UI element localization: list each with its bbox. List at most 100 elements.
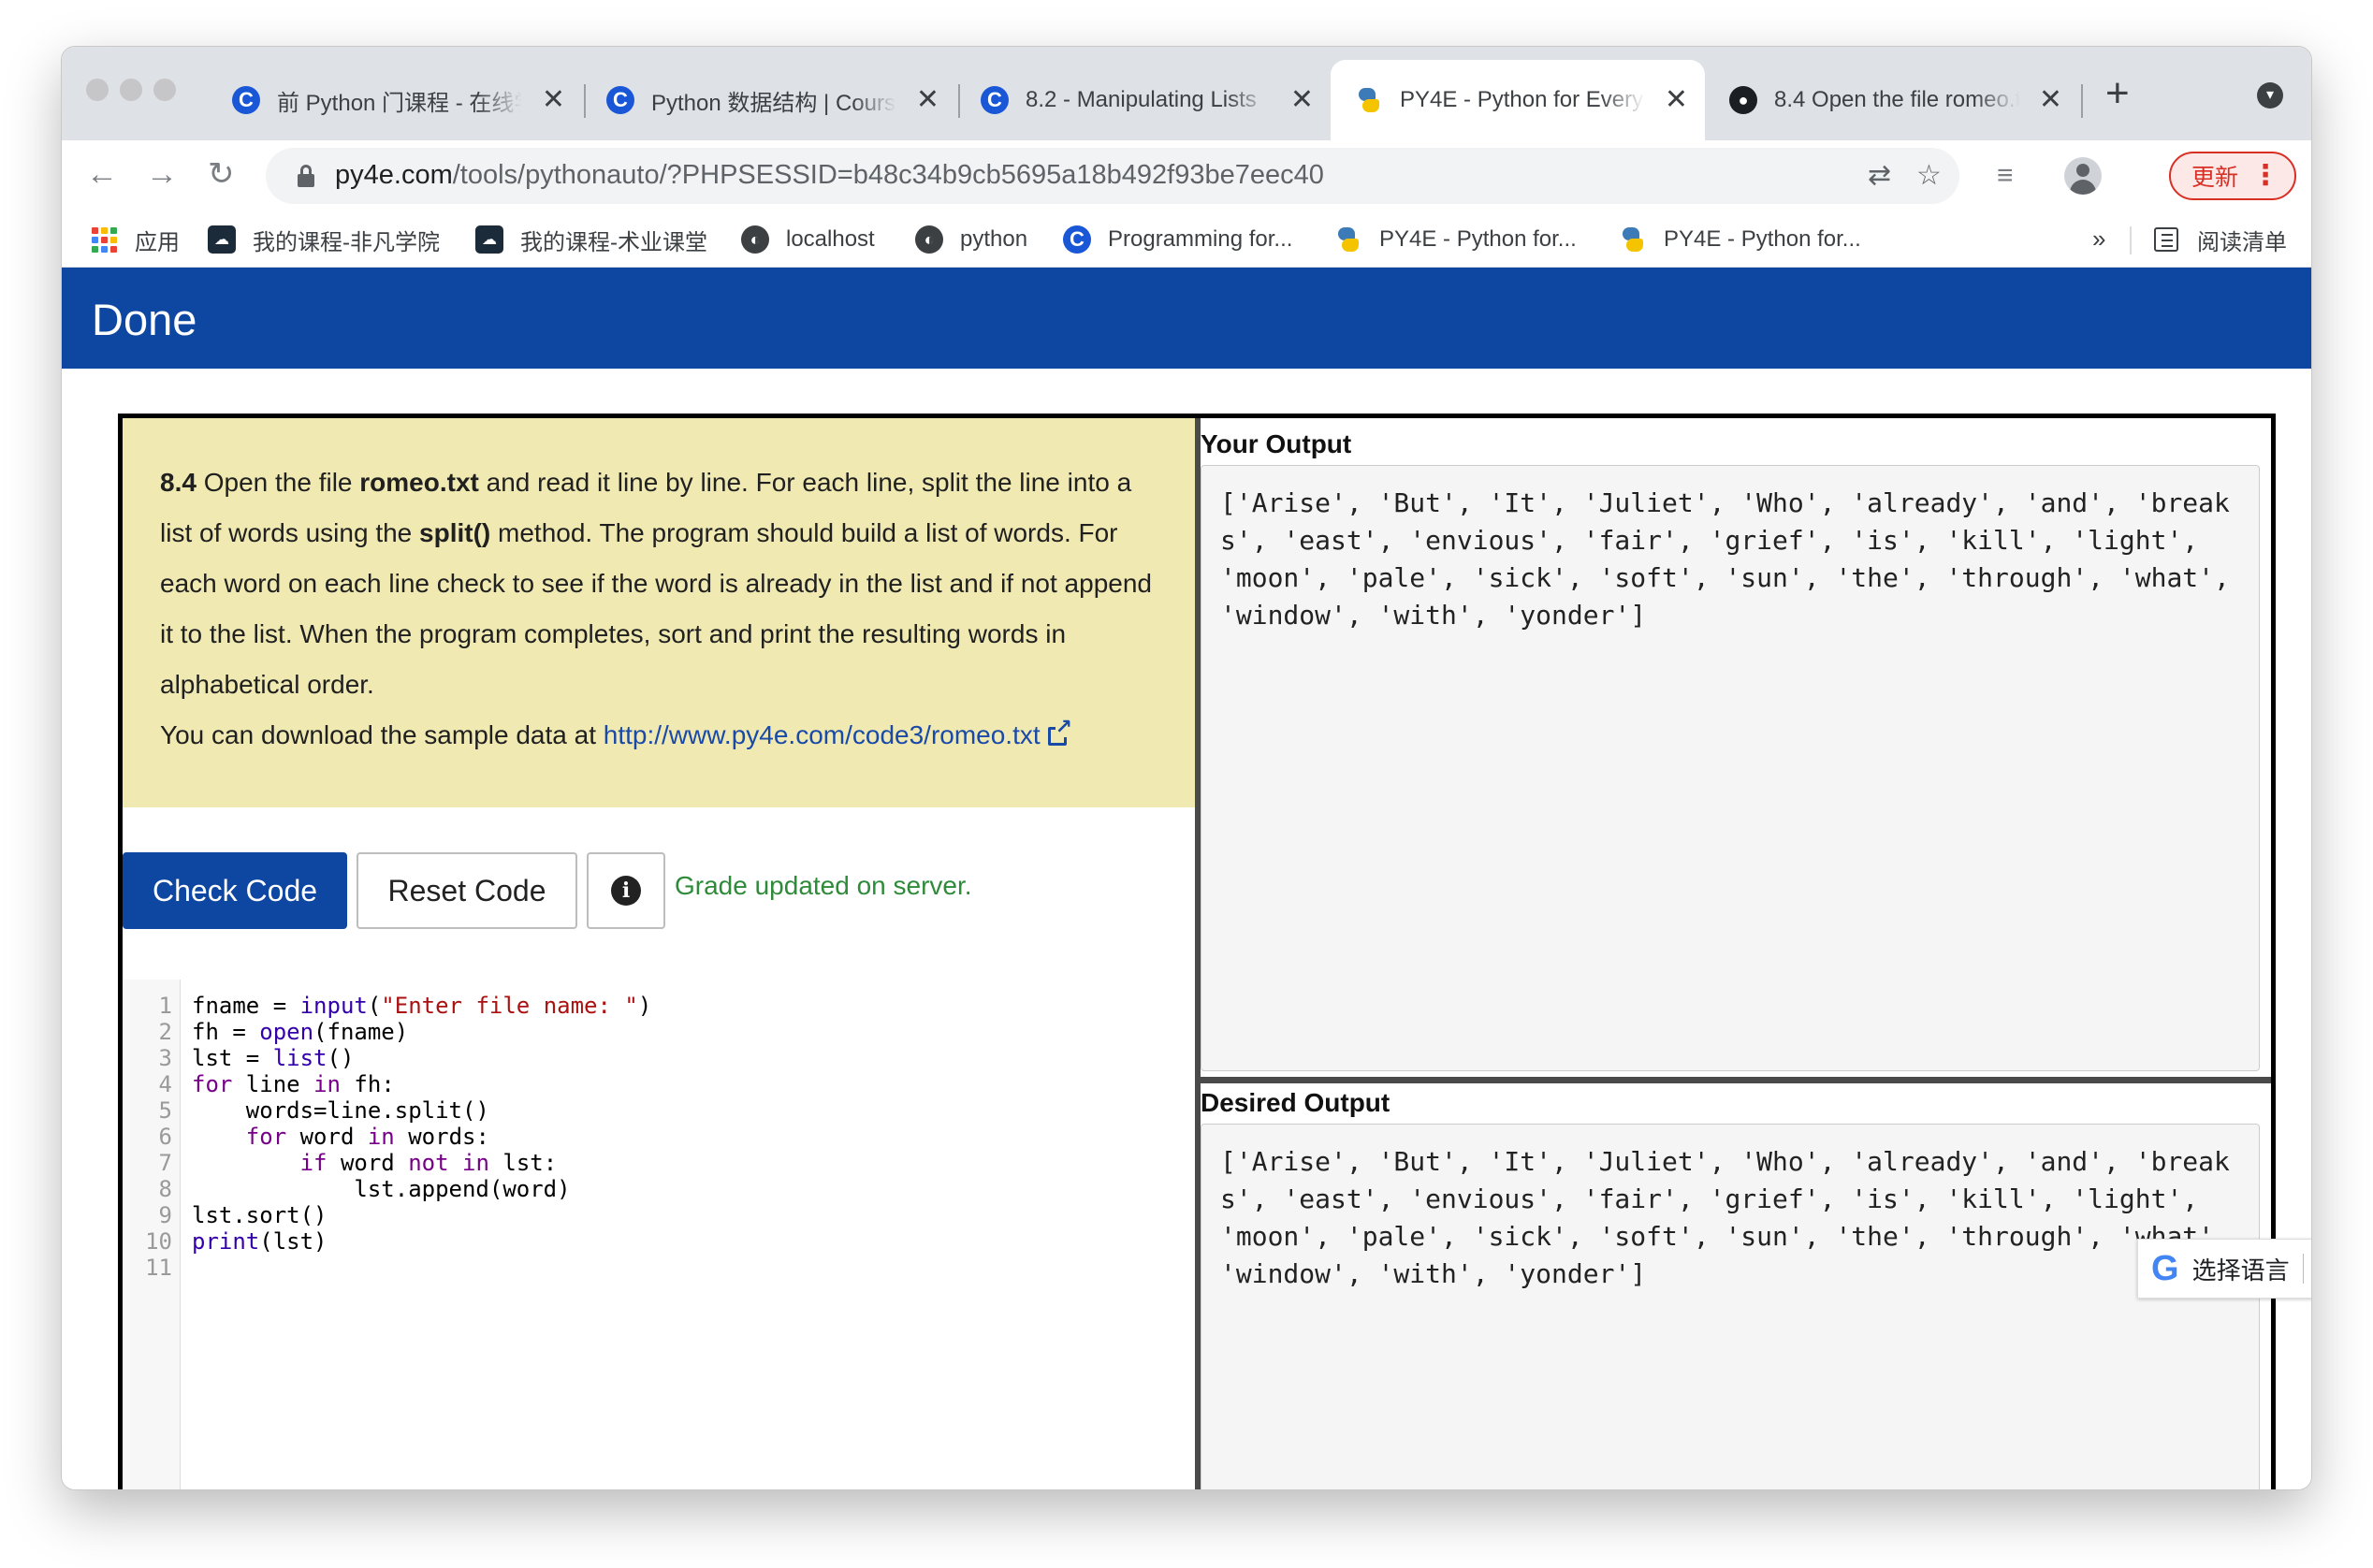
tab-4-active[interactable]: PY4E - Python for Everybody ✕ [1331,60,1705,140]
bookmark-py4e-2[interactable]: PY4E - Python for... [1619,221,1861,258]
bookmark-label: PY4E - Python for... [1664,226,1861,252]
tab-title: 前 Python 门课程 - 在线学 [277,90,522,116]
kebab-menu-icon: ⋮ [2251,160,2279,191]
browser-window: C 前 Python 门课程 - 在线学 ✕ C Python 数据结构 | C… [62,47,2311,1489]
bookmark-label: 应用 [135,229,180,255]
reading-list-icon [2154,227,2178,252]
bookmark-programming[interactable]: C Programming for... [1063,221,1292,258]
bookmark-apps[interactable]: 应用 [90,221,180,258]
desired-output-label: Desired Output [1201,1088,1390,1117]
reading-list-label: 阅读清单 [2197,229,2287,255]
code-text[interactable]: fname = input("Enter file name: ") fh = o… [192,993,651,1281]
check-code-button[interactable]: Check Code [123,852,347,929]
globe-icon: ◐ [915,225,943,254]
new-tab-icon[interactable]: + [2105,73,2130,114]
info-button[interactable]: i [587,852,665,929]
bookmark-label: python [960,226,1028,252]
bookmark-label: 我的课程-非凡学院 [253,229,440,255]
tab-strip: C 前 Python 门课程 - 在线学 ✕ C Python 数据结构 | C… [62,47,2311,140]
c-logo-icon: C [606,86,634,114]
code-editor[interactable]: 1 2 3 4 5 6 7 8 9 10 11 fname = input("Enter file … [123,980,1195,1489]
close-icon[interactable]: ✕ [1665,86,1688,114]
profile-avatar-icon[interactable] [2064,157,2102,195]
google-translate-widget[interactable]: G 选择语言 ▼ [2137,1239,2311,1299]
action-row: Check Code Reset Code i Grade updated on… [123,852,1195,931]
python-icon [1355,86,1383,114]
apps-grid-icon [90,225,118,254]
bookmark-localhost[interactable]: ◐ localhost [741,221,875,258]
page-header: Done [62,268,2311,369]
your-output-box: ['Arise', 'But', 'It', 'Juliet', 'Who', … [1201,465,2260,1071]
globe-icon: ◐ [741,225,769,254]
tab-title: 8.4 Open the file romeo.txt [1774,87,2019,112]
tab-5[interactable]: ● 8.4 Open the file romeo.txt ✕ [1705,60,2079,140]
c-logo-icon: C [981,86,1009,114]
close-icon[interactable]: ✕ [542,86,565,114]
c-logo-icon: C [232,86,260,114]
tab-1[interactable]: C 前 Python 门课程 - 在线学 ✕ [208,60,582,140]
page-content: Done 8.4 Open the file romeo.txt and rea… [62,268,2311,1489]
github-icon: ● [1729,86,1757,114]
forward-arrow-icon[interactable]: → [146,155,178,193]
translate-divider [2302,1254,2304,1284]
tab-title: Python 数据结构 | Coursera [651,90,896,116]
output-divider[interactable] [1201,1077,2271,1083]
tab-separator [2081,84,2083,118]
reload-icon[interactable]: ↻ [208,155,235,193]
back-arrow-icon[interactable]: ← [86,155,118,193]
address-bar[interactable]: py4e.com/tools/pythonauto/?PHPSESSID=b48… [266,148,1959,204]
media-queue-icon[interactable]: ≡ [1997,159,2014,193]
sample-data-link[interactable]: http://www.py4e.com/code3/romeo.txt [604,720,1041,749]
translate-page-icon[interactable]: ⇄ [1868,159,1891,193]
desired-output-box: ['Arise', 'But', 'It', 'Juliet', 'Who', … [1201,1124,2260,1489]
browser-toolbar: ← → ↻ py4e.com/tools/pythonauto/?PHPSESS… [62,140,2311,211]
url-text[interactable]: py4e.com/tools/pythonauto/?PHPSESSID=b48… [335,160,1324,191]
python-icon [1334,225,1362,254]
cloud-logo-icon: ☁ [475,225,503,254]
your-output-label: Your Output [1201,429,1352,458]
bookmark-shuye[interactable]: ☁ 我的课程-术业课堂 [475,221,707,258]
lock-icon[interactable] [298,165,314,187]
desired-output-text: ['Arise', 'But', 'It', 'Juliet', 'Who', … [1220,1146,2246,1289]
bookmarks-overflow-icon[interactable]: » [2092,225,2105,254]
your-output-text: ['Arise', 'But', 'It', 'Juliet', 'Who', … [1220,487,2246,631]
tab-title: PY4E - Python for Everybody [1400,87,1645,112]
assignment-prompt: 8.4 Open the file romeo.txt and read it … [123,418,1195,807]
bookmark-feifan[interactable]: ☁ 我的课程-非凡学院 [208,221,440,258]
bookmark-py4e-1[interactable]: PY4E - Python for... [1334,221,1577,258]
external-link-icon[interactable]: ↗ [1047,717,1073,747]
c-logo-icon: C [1063,225,1091,254]
window-zoom-dot[interactable] [153,79,176,101]
info-icon: i [611,876,641,906]
line-number-gutter: 1 2 3 4 5 6 7 8 9 10 11 [123,980,181,1489]
bookmark-star-icon[interactable]: ☆ [1916,159,1942,193]
tab-2[interactable]: C Python 数据结构 | Coursera ✕ [582,60,956,140]
bookmark-label: PY4E - Python for... [1379,226,1577,252]
tab-search-icon[interactable]: ▾ [2257,82,2283,109]
close-icon[interactable]: ✕ [2039,86,2062,114]
window-close-dot[interactable] [86,79,109,101]
python-icon [1619,225,1647,254]
google-g-icon: G [2151,1249,2179,1288]
tab-3[interactable]: C 8.2 - Manipulating Lists ✕ [956,60,1331,140]
output-column: Your Output ['Arise', 'But', 'It', 'Juli… [1201,418,2271,1489]
grade-status: Grade updated on server. [675,871,972,900]
translate-select-label: 选择语言 [2191,1256,2290,1285]
update-button[interactable]: 更新 ⋮ [2169,152,2296,200]
exercise-frame: 8.4 Open the file romeo.txt and read it … [118,414,2276,1489]
close-icon[interactable]: ✕ [1290,86,1314,114]
bookmarks-bar: 应用 ☁ 我的课程-非凡学院 ☁ 我的课程-术业课堂 ◐ localhost ◐… [62,211,2311,268]
close-icon[interactable]: ✕ [916,86,939,114]
line-numbers: 1 2 3 4 5 6 7 8 9 10 11 [145,993,172,1281]
bookmarks-divider [2130,226,2132,254]
bookmark-label: Programming for... [1108,226,1293,252]
reading-list-button[interactable]: 阅读清单 [2154,221,2287,258]
reset-code-button[interactable]: Reset Code [357,852,577,929]
page-title: Done [92,295,197,344]
tab-title: 8.2 - Manipulating Lists [1026,87,1257,112]
bookmark-label: localhost [786,226,875,252]
window-minimize-dot[interactable] [120,79,142,101]
bookmark-label: 我的课程-术业课堂 [520,229,707,255]
cloud-logo-icon: ☁ [208,225,236,254]
bookmark-python[interactable]: ◐ python [915,221,1027,258]
